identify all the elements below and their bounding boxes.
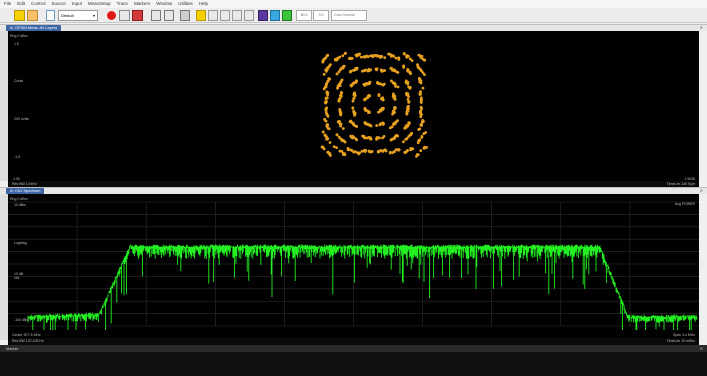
record-stop-icon[interactable] xyxy=(132,10,143,21)
marker-table-icon[interactable] xyxy=(244,10,254,21)
marker-panel: Marker ✕ xyxy=(0,345,707,376)
spec-ytick-label: LogMag xyxy=(14,241,27,245)
constellation-range: Rng 0 dBm xyxy=(10,34,28,38)
const-bottom-left: -1.50 xyxy=(12,177,20,181)
layout-icon[interactable] xyxy=(151,10,161,21)
constellation-tabbar: A: OFDM Meas: All Layers ✕ xyxy=(0,24,707,31)
const-bottom-right-sub: TimeLen 140 Sym xyxy=(666,182,695,186)
preset-value: Default xyxy=(61,13,74,18)
menu-help[interactable]: Help xyxy=(199,0,208,8)
menu-utilities[interactable]: Utilities xyxy=(178,0,193,8)
menu-control[interactable]: Control xyxy=(31,0,46,8)
restart-button[interactable] xyxy=(27,10,38,21)
spec-bottom-right: Span 3.4 MHz xyxy=(672,333,695,337)
menu-edit[interactable]: Edit xyxy=(17,0,25,8)
close-icon[interactable]: ✕ xyxy=(700,25,703,31)
preset-dropdown[interactable]: Default ▾ xyxy=(58,10,98,21)
color-green-button[interactable] xyxy=(282,10,292,21)
close-icon[interactable]: ✕ xyxy=(700,345,703,352)
peak-icon[interactable] xyxy=(220,10,230,21)
menu-file[interactable]: File xyxy=(4,0,11,8)
playback-icon[interactable] xyxy=(119,10,130,21)
menu-bar: File Edit Control Source Input MeasSetup… xyxy=(0,0,707,8)
left-margin xyxy=(0,31,8,181)
value-b-field[interactable]: 0.0 xyxy=(313,10,329,21)
left-margin xyxy=(0,194,8,340)
menu-window[interactable]: Window xyxy=(156,0,172,8)
spectrum-range: Rng 0 dBm xyxy=(10,197,28,201)
spectrum-avg-label: Avg POWER xyxy=(674,202,695,206)
spec-bottom-right-sub: TimeLen 10 mSec xyxy=(666,339,695,343)
color-blue-button[interactable] xyxy=(270,10,280,21)
constellation-panel: Rng 0 dBm 1.5 Const 200 m/div -1.5 xyxy=(8,31,699,181)
menu-trace[interactable]: Trace xyxy=(117,0,128,8)
preset-icon[interactable] xyxy=(46,10,55,21)
menu-meassetup[interactable]: MeasSetup xyxy=(88,0,111,8)
close-icon[interactable]: ✕ xyxy=(700,188,703,194)
record-button[interactable] xyxy=(107,11,116,20)
const-ytick-top: 1.5 xyxy=(14,42,19,46)
color-normal-dropdown[interactable]: Color Normal xyxy=(331,10,367,21)
chevron-down-icon: ▾ xyxy=(92,13,95,18)
spec-bottom-left-sub: Res BW 137.105 Hz xyxy=(12,339,44,343)
constellation-plot xyxy=(8,31,699,181)
spec-bottom-left: Center 2E7.5 MHz xyxy=(12,333,41,337)
const-ytick-label: Const xyxy=(14,79,24,83)
color-purple-button[interactable] xyxy=(258,10,268,21)
spectrum-status-bar: Center 2E7.5 MHz Res BW 137.105 Hz Span … xyxy=(8,333,699,345)
zoom-icon[interactable] xyxy=(208,10,218,21)
const-bottom-left-sub: Res BW 10 kHz xyxy=(12,182,37,186)
marker-panel-title: Marker xyxy=(0,345,707,352)
toolbar: Default ▾ 60.0 0.0 Color Normal xyxy=(0,8,707,23)
menu-source[interactable]: Source xyxy=(52,0,66,8)
spec-ytick-top: 10 dBm xyxy=(14,203,27,207)
const-bottom-right: 1.5036 xyxy=(684,177,695,181)
menu-markers[interactable]: Markers xyxy=(134,0,150,8)
pause-button[interactable] xyxy=(14,10,25,21)
spectrum-panel: Rng 0 dBm Avg POWER 10 dBm LogMag 10 dB … xyxy=(8,194,699,340)
spec-ytick-bottom: -100 dBm xyxy=(14,318,30,322)
value-a-field[interactable]: 60.0 xyxy=(296,10,312,21)
menu-input[interactable]: Input xyxy=(72,0,82,8)
spectrum-tabbar: A: Ch1 Spectrum ✕ xyxy=(0,187,707,194)
const-ytick-bottom: -1.5 xyxy=(14,155,21,159)
marker-cursor-button[interactable] xyxy=(196,10,206,21)
spectrum-plot xyxy=(8,194,699,340)
grid-icon[interactable] xyxy=(164,10,174,21)
marker-bars-icon[interactable] xyxy=(232,10,242,21)
spec-ytick-scale: 10 dB /div xyxy=(14,272,24,280)
const-ytick-scale: 200 m/div xyxy=(14,117,30,121)
bars-icon[interactable] xyxy=(180,10,190,21)
